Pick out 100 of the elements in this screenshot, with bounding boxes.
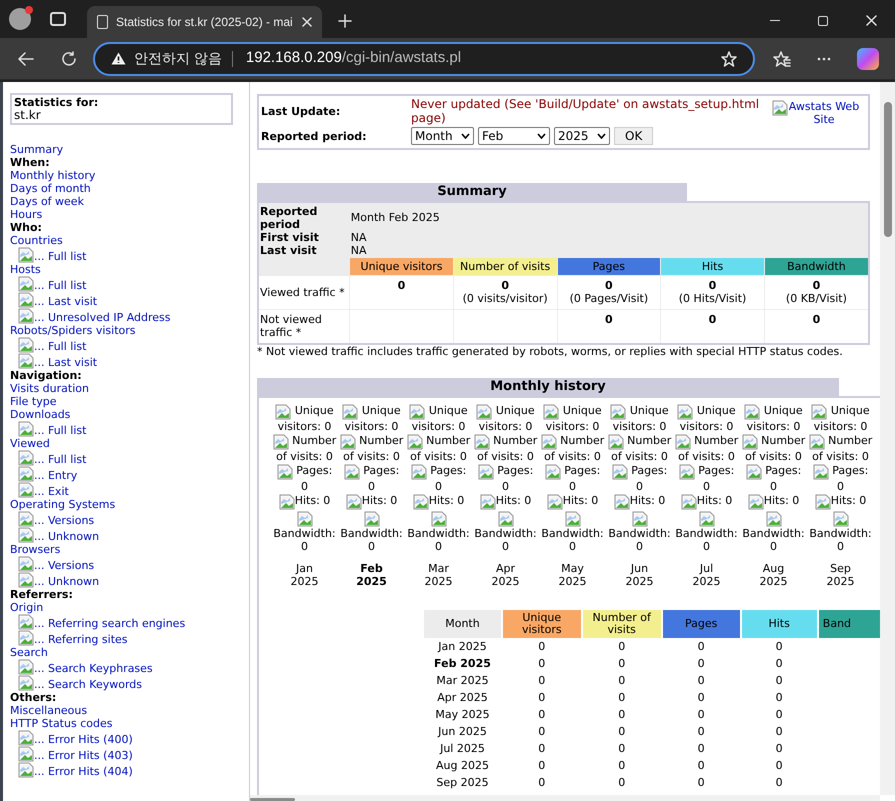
period-dropdown[interactable]: Month [411, 127, 474, 145]
sidebar-link[interactable]: Viewed [10, 437, 242, 450]
row-label: Last visit [258, 244, 350, 258]
sidebar-sublink[interactable]: ... Error Hits (403) [34, 749, 133, 762]
sidebar-link[interactable]: Days of month [10, 182, 242, 195]
broken-image-icon [296, 510, 312, 526]
cell-value: 0 [812, 279, 822, 292]
sidebar-sublink[interactable]: ... Full list [34, 424, 86, 437]
column-header: Number of visits [582, 610, 661, 638]
broken-image-icon [18, 482, 34, 498]
more-icon[interactable] [817, 56, 831, 60]
bar-label: Hits: 0 [696, 494, 732, 506]
bar-label: Number of visits: 0 [540, 434, 604, 462]
ok-button[interactable]: OK [614, 127, 654, 145]
caret-icon [597, 133, 606, 139]
sidebar-link[interactable]: Countries [10, 234, 242, 247]
sidebar-link[interactable]: Visits duration [10, 382, 242, 395]
sidebar-sublink[interactable]: ... Entry [34, 469, 78, 482]
sidebar-sublink[interactable]: ... Last visit [34, 356, 98, 369]
sidebar-sublink[interactable]: ... Versions [34, 559, 94, 572]
table-cell-text: 0 [774, 724, 784, 740]
section-title: Summary [257, 183, 687, 201]
sidebar-link[interactable]: Operating Systems [10, 498, 242, 511]
sidebar-link[interactable]: Search [10, 646, 242, 659]
sidebar-link[interactable]: Hosts [10, 263, 242, 276]
profile-avatar[interactable] [9, 8, 31, 30]
cell-value: 0 [708, 313, 718, 326]
close-icon[interactable] [302, 17, 312, 27]
bar-label: Unique visitors: 0 [608, 404, 672, 432]
table-cell-text: 0 [617, 656, 626, 672]
bar-label: Pages: 0 [742, 464, 806, 492]
close-icon[interactable] [866, 15, 877, 26]
sidebar-sublink[interactable]: ... Versions [34, 514, 94, 527]
sidebar-link[interactable]: Miscellaneous [10, 704, 242, 717]
sidebar-sublink[interactable]: ... Search Keywords [34, 678, 142, 691]
column-header: Pages [557, 258, 661, 276]
bar-label: Bandwidth: 0 [608, 510, 672, 552]
star-icon[interactable] [721, 50, 737, 66]
field-label: Last Update: [261, 104, 342, 118]
sidebar-sublink[interactable]: ... Search Keyphrases [34, 662, 153, 675]
sidebar-link[interactable]: Monthly history [10, 169, 242, 182]
sidebar-sublink[interactable]: ... Exit [34, 485, 69, 498]
sidebar-link[interactable]: Origin [10, 601, 242, 614]
vertical-scrollbar[interactable] [880, 82, 895, 795]
sidebar-sublink[interactable]: ... Referring search engines [34, 617, 186, 630]
reload-icon[interactable] [61, 50, 77, 66]
maximize-icon[interactable] [818, 16, 828, 26]
sidebar-sublink[interactable]: ... Full list [34, 279, 86, 292]
sidebar-link[interactable]: Downloads [10, 408, 242, 421]
sidebar-link[interactable]: Summary [10, 143, 242, 156]
month-label: Mar 2025 [424, 562, 452, 588]
sidebar-sublink[interactable]: ... Unknown [34, 575, 100, 588]
back-icon[interactable] [18, 52, 34, 66]
favorites-icon[interactable] [773, 50, 791, 66]
cell-value: 0 [500, 279, 510, 292]
sidebar-sublink[interactable]: ... Unknown [34, 530, 100, 543]
new-tab-icon[interactable] [338, 14, 352, 28]
column-header: Unique visitors [350, 258, 454, 276]
broken-image-icon [18, 337, 34, 353]
broken-image-icon [340, 434, 356, 450]
cell-value: 0 [708, 279, 718, 292]
assistant-icon[interactable] [857, 48, 879, 70]
cell-value: 0 [812, 313, 822, 326]
sidebar-sublink[interactable]: ... Error Hits (400) [34, 733, 133, 746]
tab-actions-icon[interactable] [50, 12, 66, 26]
table-cell-text: 0 [537, 672, 546, 688]
month-cell-text: Sep 2025 [435, 774, 490, 790]
address-field[interactable]: 안전하지 않음 192.168.0.209/cgi-bin/awstats.pl [93, 42, 755, 76]
month-cell-text: Mar 2025 [435, 672, 490, 688]
cell-note: (0 KB/Visit) [784, 292, 848, 305]
broken-image-icon [18, 762, 34, 778]
broken-image-icon [409, 404, 426, 420]
horizontal-scrollbar[interactable] [250, 795, 880, 801]
sidebar-link[interactable]: Robots/Spiders visitors [10, 324, 242, 337]
period-dropdown[interactable]: Feb [478, 127, 550, 145]
broken-image-icon [18, 276, 34, 292]
sidebar-link[interactable]: File type [10, 395, 242, 408]
month-label: May 2025 [558, 562, 586, 588]
cell-note: (0 visits/visitor) [462, 292, 549, 305]
sidebar-sublink[interactable]: ... Last visit [34, 295, 98, 308]
sidebar-sublink[interactable]: ... Full list [34, 340, 86, 353]
row-value: NA [350, 244, 869, 258]
sidebar-sublink[interactable]: ... Unresolved IP Address [34, 311, 171, 324]
sidebar-sublink[interactable]: ... Full list [34, 250, 86, 263]
sidebar-link[interactable]: HTTP Status codes [10, 717, 242, 730]
bar-label: Pages: 0 [808, 464, 872, 492]
sidebar-link[interactable]: Browsers [10, 543, 242, 556]
section-title: Monthly history [257, 378, 839, 396]
sidebar-sublink[interactable]: ... Error Hits (404) [34, 765, 133, 778]
sidebar-sublink[interactable]: ... Full list [34, 453, 86, 466]
browser-tab[interactable]: Statistics for st.kr (2025-02) - mai [87, 6, 322, 38]
sidebar-sublink[interactable]: ... Referring sites [34, 633, 128, 646]
sidebar-link[interactable]: Days of week [10, 195, 242, 208]
website-link[interactable]: Awstats Web Site [788, 100, 860, 126]
period-dropdown[interactable]: 2025 [554, 127, 610, 145]
table-cell-text: 0 [774, 672, 784, 688]
bar-label: Number of visits: 0 [742, 434, 806, 462]
table-cell-text: 0 [696, 774, 706, 790]
sidebar-link[interactable]: Hours [10, 208, 242, 221]
section-heading: When: [10, 156, 51, 169]
